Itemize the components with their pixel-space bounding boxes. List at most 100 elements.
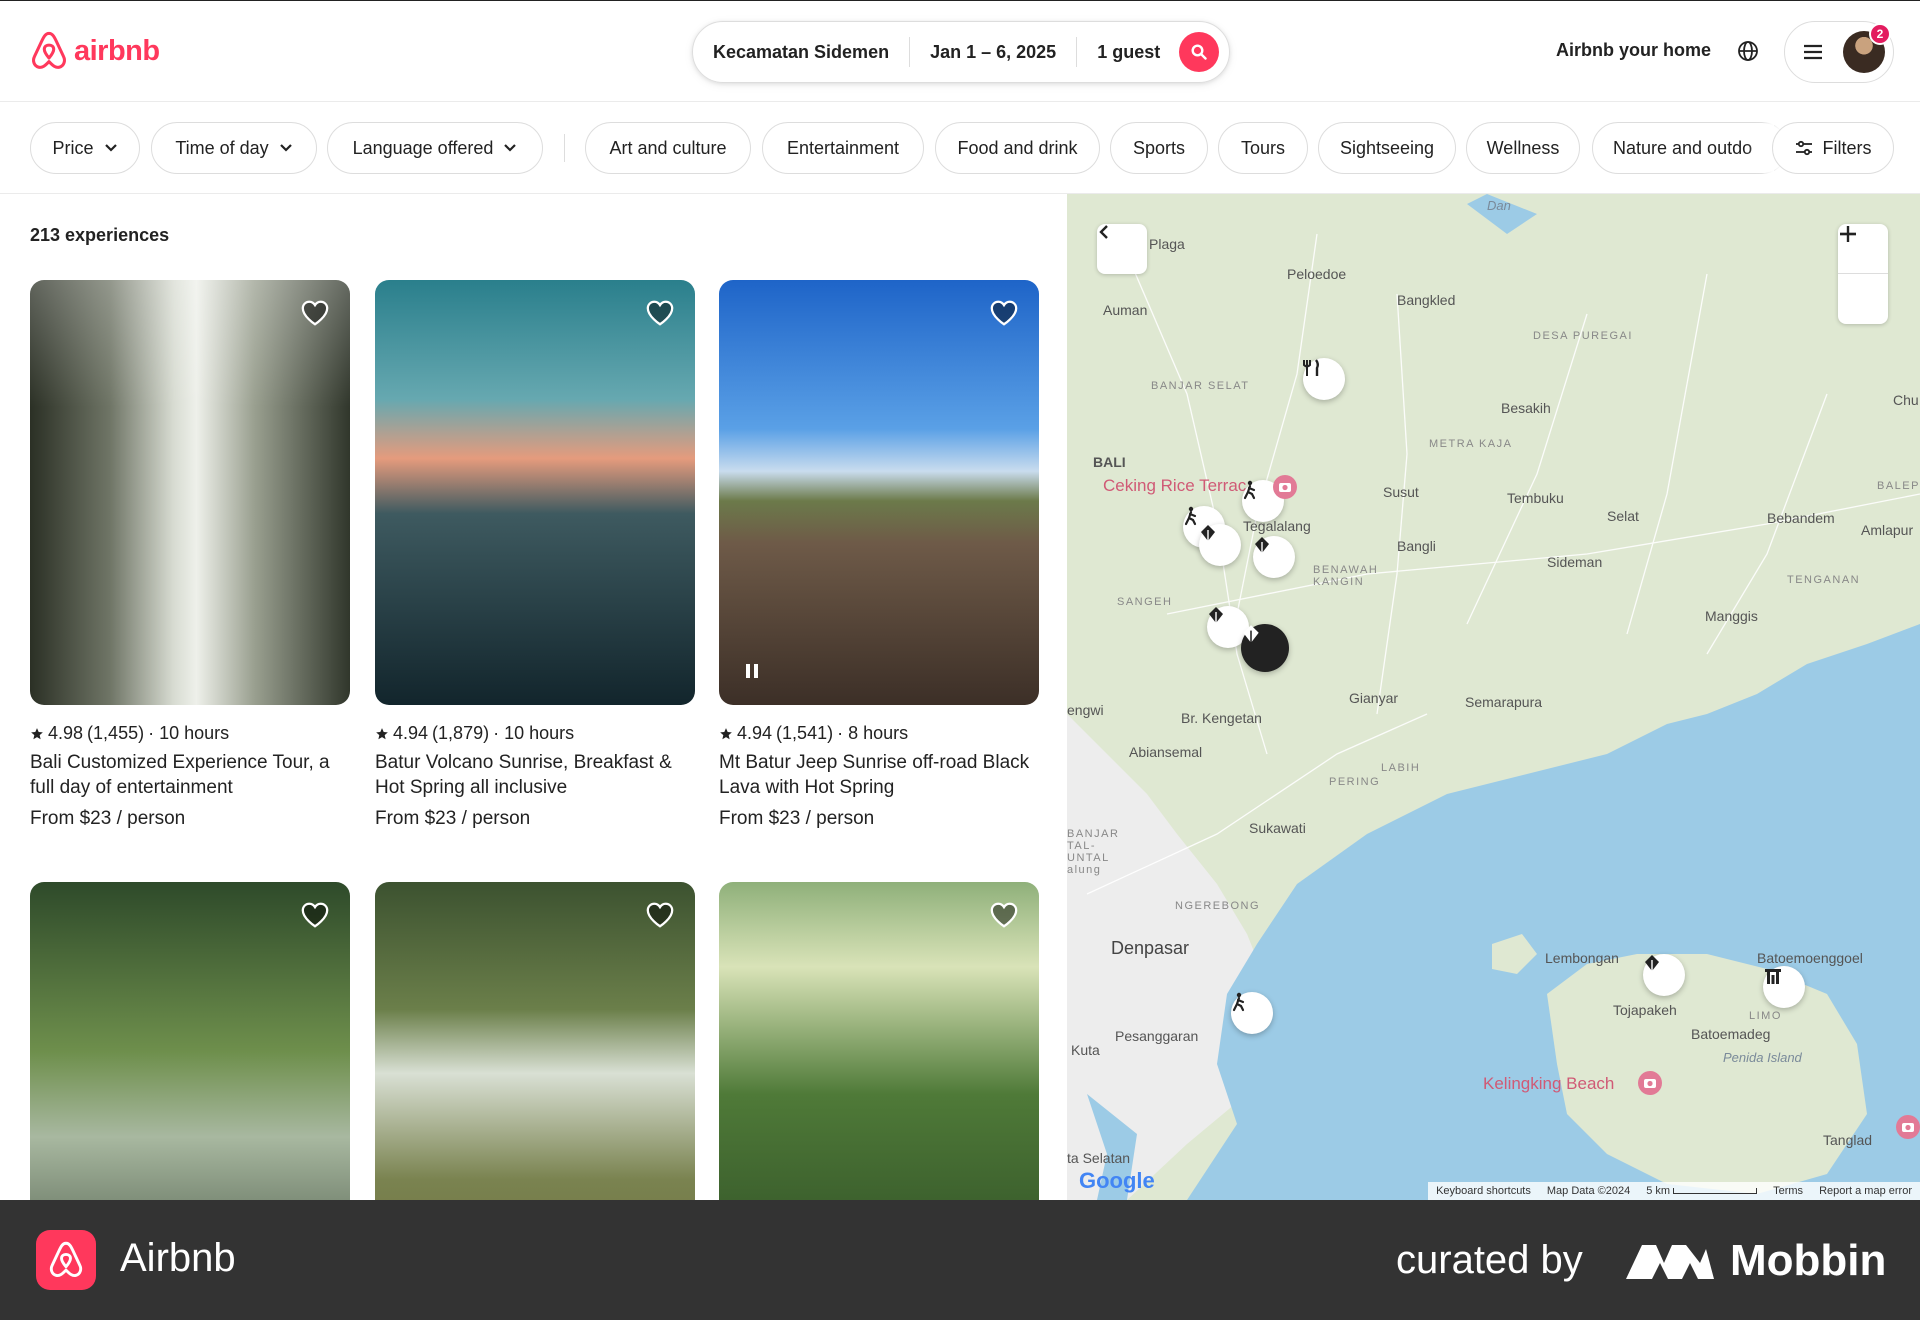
chevron-down-icon bbox=[104, 144, 117, 152]
map-label: Kuta bbox=[1071, 1042, 1100, 1058]
map-label: Sideman bbox=[1547, 554, 1603, 570]
chip-label: Price bbox=[52, 137, 94, 158]
top-header: airbnb Kecamatan Sidemen Jan 1 – 6, 2025… bbox=[0, 0, 1920, 102]
leaf-icon bbox=[1645, 955, 1659, 973]
leaf-icon bbox=[1255, 537, 1269, 555]
scale-bar bbox=[1673, 1188, 1758, 1195]
airbnb-logo[interactable]: airbnb bbox=[30, 31, 160, 71]
airbnb-your-home-link[interactable]: Airbnb your home bbox=[1556, 40, 1711, 61]
search-location[interactable]: Kecamatan Sidemen bbox=[693, 42, 909, 63]
category-wellness[interactable]: Wellness bbox=[1466, 122, 1580, 174]
map-pin-activity[interactable] bbox=[1231, 992, 1273, 1034]
heart-icon[interactable] bbox=[645, 900, 675, 930]
language-offered-dropdown[interactable]: Language offered bbox=[327, 122, 543, 174]
map-view[interactable]: Plaga Peloedoe Bangkled Auman DESA PUREG… bbox=[1067, 194, 1920, 1200]
map-label: Bebandem bbox=[1767, 510, 1835, 526]
map-pin-landmark[interactable] bbox=[1763, 966, 1805, 1008]
chevron-left-icon bbox=[1099, 225, 1108, 239]
map-pin-nature[interactable] bbox=[1643, 954, 1685, 996]
map-label: Tojapakeh bbox=[1613, 1002, 1677, 1018]
map-pin-nature[interactable] bbox=[1253, 536, 1295, 578]
zoom-out-button[interactable] bbox=[1838, 232, 1888, 324]
map-footer: Keyboard shortcuts Map Data ©2024 5 km T… bbox=[1428, 1182, 1920, 1200]
category-sports[interactable]: Sports bbox=[1110, 122, 1208, 174]
filter-bar: Price Time of day Language offered Art a… bbox=[0, 102, 1920, 194]
map-label: Peloedoe bbox=[1287, 266, 1347, 282]
price-dropdown[interactable]: Price bbox=[30, 122, 140, 174]
listing-card[interactable]: 4.98 (1,455) · 10 hours Bali Customized … bbox=[30, 280, 350, 830]
map-label: Tembuku bbox=[1507, 490, 1564, 506]
category-entertainment[interactable]: Entertainment bbox=[762, 122, 924, 174]
listing-title[interactable]: Bali Customized Experience Tour, a full … bbox=[30, 750, 350, 800]
listing-title[interactable]: Batur Volcano Sunrise, Breakfast & Hot S… bbox=[375, 750, 695, 800]
duration: · 10 hours bbox=[493, 723, 575, 743]
globe-icon[interactable] bbox=[1736, 39, 1760, 63]
category-tours[interactable]: Tours bbox=[1218, 122, 1308, 174]
pause-icon[interactable] bbox=[745, 663, 759, 679]
avatar: 2 bbox=[1843, 23, 1891, 73]
listing-photo[interactable] bbox=[719, 280, 1039, 705]
map-label: Chu bbox=[1893, 392, 1919, 408]
map-pin-nature[interactable] bbox=[1199, 524, 1241, 566]
map-label: DESA PUREGAI bbox=[1533, 330, 1633, 342]
leaf-icon bbox=[1243, 625, 1259, 645]
map-label: Auman bbox=[1103, 302, 1148, 318]
keyboard-shortcuts-link[interactable]: Keyboard shortcuts bbox=[1436, 1185, 1531, 1197]
listing-meta: 4.98 (1,455) · 10 hours bbox=[30, 723, 350, 744]
report-map-error-link[interactable]: Report a map error bbox=[1819, 1185, 1912, 1197]
heart-icon[interactable] bbox=[300, 900, 330, 930]
chip-label: Language offered bbox=[352, 137, 494, 158]
map-label: LIMO bbox=[1749, 1010, 1782, 1022]
mobbin-mark-icon bbox=[1626, 1245, 1714, 1279]
category-nature-and-outdoors[interactable]: Nature and outdo bbox=[1592, 122, 1788, 174]
category-art-and-culture[interactable]: Art and culture bbox=[585, 122, 751, 174]
listing-price: From $23 / person bbox=[30, 808, 186, 829]
search-icon bbox=[1191, 44, 1207, 60]
fork-knife-icon bbox=[1303, 359, 1319, 376]
listing-photo[interactable] bbox=[375, 280, 695, 705]
search-guests[interactable]: 1 guest bbox=[1077, 42, 1180, 63]
hiker-icon bbox=[1243, 480, 1256, 500]
map-label: engwi bbox=[1067, 702, 1104, 718]
heart-icon[interactable] bbox=[300, 298, 330, 328]
map-label: Bangli bbox=[1397, 538, 1436, 554]
map-label: Batoemoenggoel bbox=[1757, 950, 1863, 966]
listing-card[interactable]: 4.94 (1,541) · 8 hours Mt Batur Jeep Sun… bbox=[719, 280, 1039, 830]
listing-card[interactable]: 4.94 (1,879) · 10 hours Batur Volcano Su… bbox=[375, 280, 695, 830]
search-dates[interactable]: Jan 1 – 6, 2025 bbox=[910, 42, 1076, 63]
results-count: 213 experiences bbox=[30, 225, 170, 245]
google-logo: Google bbox=[1079, 1168, 1155, 1193]
map-label: Selat bbox=[1607, 508, 1639, 524]
heart-icon[interactable] bbox=[645, 298, 675, 328]
heart-icon[interactable] bbox=[989, 900, 1019, 930]
star-icon bbox=[720, 727, 732, 739]
search-bar[interactable]: Kecamatan Sidemen Jan 1 – 6, 2025 1 gues… bbox=[692, 21, 1230, 83]
listing-photo[interactable] bbox=[30, 280, 350, 705]
category-sightseeing[interactable]: Sightseeing bbox=[1318, 122, 1456, 174]
map-label: Semarapura bbox=[1465, 694, 1543, 710]
listing-title[interactable]: Mt Batur Jeep Sunrise off-road Black Lav… bbox=[719, 750, 1039, 800]
profile-menu-button[interactable]: 2 bbox=[1784, 21, 1894, 83]
map-label-poi: Ceking Rice Terrac bbox=[1103, 476, 1247, 495]
heart-icon[interactable] bbox=[989, 298, 1019, 328]
map-label: TENGANAN bbox=[1787, 574, 1861, 586]
map-label: Manggis bbox=[1705, 608, 1758, 624]
listing-price: From $23 / person bbox=[719, 808, 875, 829]
rating-value: 4.94 bbox=[737, 723, 773, 743]
map-label: Sukawati bbox=[1249, 820, 1306, 836]
map-label: Br. Kengetan bbox=[1181, 710, 1262, 726]
filters-button[interactable]: Filters bbox=[1772, 122, 1894, 174]
mobbin-logo: Mobbin bbox=[1626, 1236, 1886, 1286]
star-icon bbox=[31, 727, 43, 739]
category-food-and-drink[interactable]: Food and drink bbox=[935, 122, 1100, 174]
terms-link[interactable]: Terms bbox=[1773, 1185, 1803, 1197]
map-label: Lembongan bbox=[1545, 950, 1619, 966]
search-button[interactable] bbox=[1179, 32, 1219, 72]
collapse-map-button[interactable] bbox=[1097, 224, 1147, 274]
map-pin-food[interactable] bbox=[1303, 358, 1345, 400]
sliders-icon bbox=[1795, 140, 1812, 156]
map-label: Pesanggaran bbox=[1115, 1028, 1199, 1044]
camera-poi-icon bbox=[1638, 1071, 1662, 1095]
time-of-day-dropdown[interactable]: Time of day bbox=[151, 122, 317, 174]
map-pin-selected[interactable] bbox=[1241, 624, 1289, 672]
